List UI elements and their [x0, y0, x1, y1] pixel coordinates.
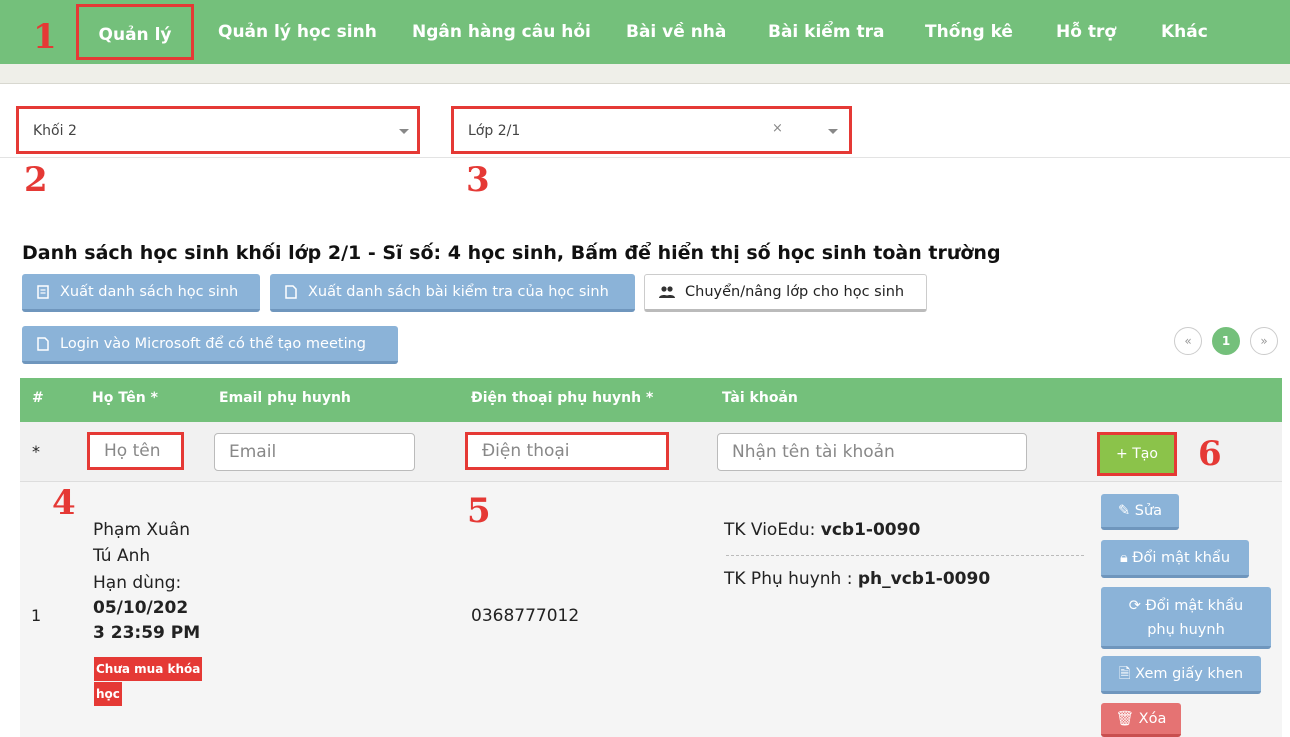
nav-item-quan-ly-hoc-sinh[interactable]: Quản lý học sinh [218, 0, 377, 64]
export-students-label: Xuất danh sách học sinh [60, 283, 239, 300]
status-badge-line1: Chưa mua khóa [94, 657, 203, 681]
chevron-down-icon [828, 129, 838, 134]
nav-item-ho-tro[interactable]: Hỗ trợ [1056, 0, 1116, 64]
users-icon [659, 286, 675, 298]
account-vioedu-value: vcb1-0090 [820, 520, 921, 540]
parent-phone: 0368777012 [471, 606, 580, 626]
login-microsoft-button[interactable]: Login vào Microsoft để có thể tạo meetin… [22, 326, 398, 364]
account-vioedu-label: TK VioEdu: [724, 520, 816, 540]
nav-item-quan-ly[interactable]: Quản lý [76, 4, 194, 60]
export-students-button[interactable]: Xuất danh sách học sinh [22, 274, 260, 312]
divider [726, 555, 1084, 556]
column-header-account: Tài khoản [722, 390, 798, 406]
account-parent: TK Phụ huynh : ph_vcb1-0090 [724, 567, 990, 591]
move-class-button[interactable]: Chuyển/nâng lớp cho học sinh [644, 274, 927, 312]
sub-bar [0, 64, 1290, 84]
create-button[interactable]: + Tạo [1097, 432, 1177, 476]
student-name-line1: Phạm Xuân [93, 520, 191, 540]
annotation-marker-5: 5 [467, 491, 491, 531]
expiry-date-line1: 05/10/202 [93, 598, 189, 618]
nav-item-thong-ke[interactable]: Thống kê [925, 0, 1013, 64]
account-parent-value: ph_vcb1-0090 [857, 569, 991, 589]
change-password-label: Đổi mật khẩu [1132, 550, 1231, 566]
annotation-marker-3: 3 [466, 160, 490, 200]
refresh-icon: ⟳ [1128, 598, 1141, 614]
new-row-marker: * [32, 442, 40, 461]
export-tests-label: Xuất danh sách bài kiểm tra của học sinh [308, 283, 609, 300]
divider [0, 157, 1290, 158]
column-header-email: Email phụ huynh [219, 390, 351, 406]
pager-next-button[interactable]: » [1250, 327, 1278, 355]
annotation-marker-6: 6 [1198, 434, 1222, 474]
pager-page-1[interactable]: 1 [1212, 327, 1240, 355]
clear-icon[interactable]: × [772, 121, 783, 136]
view-certificate-button[interactable]: 🗎︎ Xem giấy khen [1101, 656, 1261, 694]
annotation-marker-4: 4 [52, 483, 76, 523]
row-index: 1 [31, 606, 42, 625]
pager-prev-button[interactable]: « [1174, 327, 1202, 355]
document-icon [37, 284, 49, 299]
lock-icon: 🔒︎ [1119, 550, 1128, 566]
nav-item-bai-kiem-tra[interactable]: Bài kiểm tra [768, 0, 884, 64]
file-icon: 🗎︎ [1118, 666, 1131, 682]
account-vioedu: TK VioEdu: vcb1-0090 [724, 518, 920, 542]
account-input[interactable]: Nhận tên tài khoản [717, 433, 1027, 471]
change-parent-password-button[interactable]: ⟳ Đổi mật khẩu phụ huynh [1101, 587, 1271, 649]
pencil-icon: ✎ [1117, 503, 1131, 519]
student-name-line2: Tú Anh [93, 546, 151, 566]
view-certificate-label: Xem giấy khen [1135, 666, 1244, 682]
column-header-index: # [32, 390, 44, 406]
column-header-name: Họ Tên * [92, 390, 158, 406]
nav-item-khac[interactable]: Khác [1161, 0, 1208, 64]
edit-label: Sửa [1134, 503, 1163, 519]
table-row [20, 482, 1282, 737]
grade-select[interactable]: Khối 2 [16, 106, 420, 154]
move-class-label: Chuyển/nâng lớp cho học sinh [685, 284, 905, 300]
expiry-date-line2: 3 23:59 PM [93, 623, 201, 643]
file-icon [285, 284, 297, 299]
nav-item-bai-ve-nha[interactable]: Bài về nhà [626, 0, 726, 64]
file-icon [37, 336, 49, 351]
class-select[interactable]: Lớp 2/1 × [451, 106, 852, 154]
nav-item-ngan-hang-cau-hoi[interactable]: Ngân hàng câu hỏi [412, 0, 591, 64]
annotation-marker-2: 2 [24, 160, 48, 200]
phone-input[interactable]: Điện thoại [465, 432, 669, 470]
table-header: # Họ Tên * Email phụ huynh Điện thoại ph… [20, 378, 1282, 422]
login-microsoft-label: Login vào Microsoft để có thể tạo meetin… [60, 335, 366, 352]
name-input[interactable]: Họ tên [87, 432, 184, 470]
page-title[interactable]: Danh sách học sinh khối lớp 2/1 - Sĩ số:… [22, 242, 1001, 264]
trash-icon: 🗑︎ [1115, 711, 1135, 727]
annotation-marker-1: 1 [33, 17, 57, 57]
expiry-label: Hạn dùng: [93, 573, 182, 593]
account-parent-label: TK Phụ huynh : [724, 569, 853, 589]
change-parent-password-label-2: phụ huynh [1147, 622, 1225, 638]
export-tests-button[interactable]: Xuất danh sách bài kiểm tra của học sinh [270, 274, 635, 312]
edit-button[interactable]: ✎ Sửa [1101, 494, 1179, 530]
chevron-down-icon [399, 129, 409, 134]
change-password-button[interactable]: 🔒︎ Đổi mật khẩu [1101, 540, 1249, 578]
top-nav: Quản lý Quản lý học sinh Ngân hàng câu h… [0, 0, 1290, 64]
email-input[interactable]: Email [214, 433, 415, 471]
status-badge-line2: học [94, 682, 122, 706]
delete-label: Xóa [1138, 711, 1167, 727]
column-header-phone: Điện thoại phụ huynh * [471, 390, 654, 406]
class-select-value: Lớp 2/1 [468, 123, 521, 139]
grade-select-value: Khối 2 [33, 123, 77, 139]
change-parent-password-label-1: Đổi mật khẩu [1145, 598, 1244, 614]
delete-button[interactable]: 🗑︎ Xóa [1101, 703, 1181, 737]
